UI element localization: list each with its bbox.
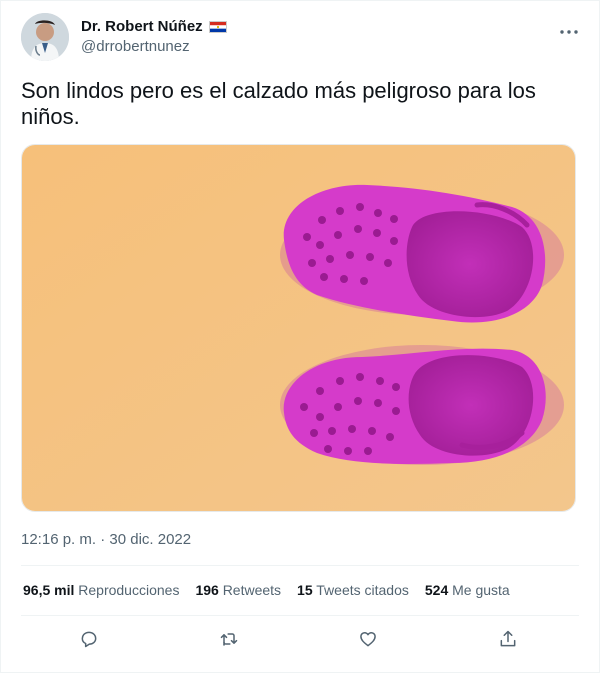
quotes-stat[interactable]: 15 Tweets citados <box>297 582 409 598</box>
retweets-stat[interactable]: 196 Retweets <box>195 582 281 598</box>
divider <box>21 615 579 616</box>
handle[interactable]: @drrobertnunez <box>81 38 227 55</box>
tweet-stats: 96,5 mil Reproducciones 196 Retweets 15 … <box>23 582 510 598</box>
divider <box>21 565 579 566</box>
tweet-photo[interactable] <box>21 144 576 512</box>
clog-bottom <box>280 345 564 465</box>
tweet-card: Dr. Robert Núñez @drrobertnunez Son lind… <box>0 0 600 673</box>
likes-count: 524 <box>424 582 449 598</box>
reply-icon[interactable] <box>79 629 103 653</box>
likes-stat[interactable]: 524 Me gusta <box>425 582 510 598</box>
more-dots-icon[interactable] <box>559 19 579 40</box>
views-label: Reproducciones <box>78 582 180 598</box>
tweet-timestamp[interactable]: 12:16 p. m. · 30 dic. 2022 <box>21 531 191 548</box>
retweet-icon[interactable] <box>219 629 243 653</box>
tweet-text: Son lindos pero es el calzado más peligr… <box>21 78 536 129</box>
tweet-header: Dr. Robert Núñez @drrobertnunez <box>21 13 579 65</box>
avatar[interactable] <box>21 13 69 61</box>
share-icon[interactable] <box>498 629 522 653</box>
views-stat[interactable]: 96,5 mil Reproducciones <box>23 582 179 598</box>
views-count: 96,5 mil <box>23 582 75 598</box>
quotes-count: 15 <box>297 582 313 598</box>
quotes-label: Tweets citados <box>316 582 409 598</box>
paraguay-flag-icon <box>208 20 227 33</box>
likes-label: Me gusta <box>452 582 510 598</box>
tweet-actions <box>1 629 599 655</box>
retweets-count: 196 <box>195 582 219 598</box>
heart-icon[interactable] <box>358 629 382 653</box>
display-name[interactable]: Dr. Robert Núñez <box>81 18 203 35</box>
author-block: Dr. Robert Núñez @drrobertnunez <box>81 18 227 55</box>
name-row: Dr. Robert Núñez <box>81 18 227 35</box>
retweets-label: Retweets <box>222 582 282 598</box>
